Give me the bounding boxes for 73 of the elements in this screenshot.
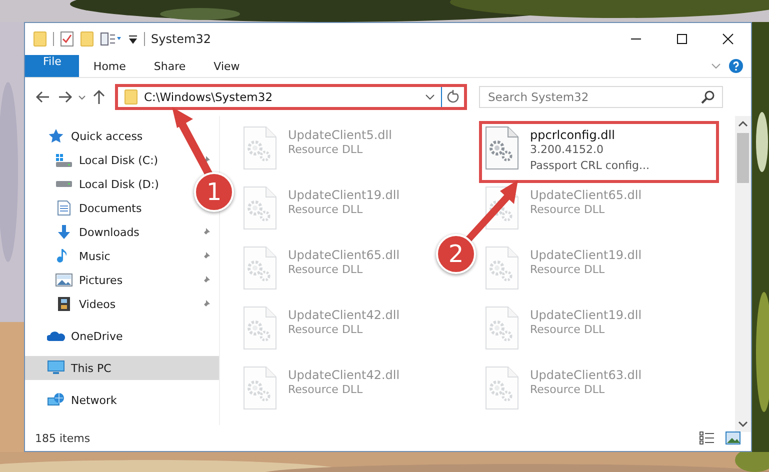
- nav-item[interactable]: Local Disk (D:): [25, 172, 167, 196]
- search-field[interactable]: Search System32: [479, 86, 723, 108]
- expand-ribbon-icon[interactable]: [711, 62, 721, 70]
- settings-file-icon: [242, 126, 278, 170]
- item-count: 185 items: [35, 432, 90, 444]
- folder-icon: [124, 89, 138, 105]
- file-name: UpdateClient42.dll: [288, 368, 400, 382]
- nav-item[interactable]: This PC: [25, 356, 219, 380]
- file-detail: Resource DLL: [288, 322, 364, 338]
- file-name: ppcrlconfig.dll: [530, 128, 616, 142]
- refresh-icon[interactable]: [446, 90, 460, 104]
- film-icon: [55, 296, 73, 312]
- new-folder-icon: [80, 31, 94, 47]
- file-name: UpdateClient19.dll: [530, 308, 642, 322]
- drive-icon: [55, 154, 73, 166]
- settings-file-icon: [484, 306, 520, 350]
- ribbon-tab[interactable]: View: [200, 55, 254, 77]
- file-detail: Resource DLL: [288, 142, 364, 158]
- file-detail: 3.200.4152.0: [530, 142, 604, 158]
- folder-icon: [33, 31, 47, 47]
- picture-icon: [55, 272, 73, 288]
- nav-item[interactable]: OneDrive: [25, 324, 131, 348]
- file-detail: Resource DLL: [288, 262, 364, 278]
- settings-file-icon: [242, 366, 278, 410]
- file-detail: Resource DLL: [530, 382, 606, 398]
- address-bar[interactable]: C:\Windows\System32: [115, 84, 467, 110]
- ribbon-tab[interactable]: Home: [79, 55, 140, 77]
- details-view-icon[interactable]: [699, 431, 715, 445]
- nav-item[interactable]: Downloads: [25, 220, 219, 244]
- nav-item[interactable]: Music: [25, 244, 219, 268]
- file-name: UpdateClient65.dll: [530, 188, 642, 202]
- nav-item[interactable]: Videos: [25, 292, 219, 316]
- file-detail: Passport CRL config...: [530, 158, 650, 174]
- file-name: UpdateClient19.dll: [530, 248, 642, 262]
- file-name: UpdateClient42.dll: [288, 308, 400, 322]
- dropdown-caret-icon[interactable]: [425, 93, 435, 101]
- download-arrow-icon: [55, 224, 73, 240]
- file-name: UpdateClient65.dll: [288, 248, 400, 262]
- ribbon-tab[interactable]: File: [25, 55, 80, 77]
- nav-item[interactable]: Local Disk (C:): [25, 148, 219, 172]
- file-detail: Resource DLL: [288, 202, 364, 218]
- settings-file-icon: [484, 126, 520, 170]
- file-detail: Resource DLL: [530, 322, 606, 338]
- search-icon[interactable]: [701, 90, 715, 104]
- file-name: UpdateClient19.dll: [288, 188, 400, 202]
- thumbnail-view-icon[interactable]: [725, 431, 741, 445]
- monitor-icon: [47, 360, 65, 376]
- layout-icon[interactable]: [100, 32, 122, 46]
- nav-item[interactable]: Documents: [25, 196, 150, 220]
- file-name: UpdateClient63.dll: [530, 368, 642, 382]
- drive-icon: [55, 181, 73, 187]
- window-title: System32: [151, 32, 212, 46]
- file-name: UpdateClient5.dll: [288, 128, 392, 142]
- selected-file-item[interactable]: ppcrlconfig.dll 3.200.4152.0 Passport CRL config...: [480, 122, 718, 182]
- settings-file-icon: [484, 246, 520, 290]
- help-icon[interactable]: [729, 59, 743, 73]
- customize-caret-icon[interactable]: [128, 33, 138, 45]
- file-detail: Resource DLL: [530, 202, 606, 218]
- settings-file-icon: [484, 366, 520, 410]
- star-icon: [47, 128, 65, 144]
- nav-item[interactable]: Quick access: [25, 124, 151, 148]
- settings-file-icon: [242, 186, 278, 230]
- file-detail: Resource DLL: [288, 382, 364, 398]
- file-detail: Resource DLL: [530, 262, 606, 278]
- nav-item[interactable]: Pictures: [25, 268, 219, 292]
- network-icon: [47, 392, 65, 408]
- ribbon-tab[interactable]: Share: [140, 55, 200, 77]
- properties-icon[interactable]: [60, 31, 74, 47]
- settings-file-icon: [242, 246, 278, 290]
- settings-file-icon: [242, 306, 278, 350]
- nav-item[interactable]: Network: [25, 388, 125, 412]
- scrollbar[interactable]: [735, 116, 751, 432]
- document-icon: [55, 200, 73, 216]
